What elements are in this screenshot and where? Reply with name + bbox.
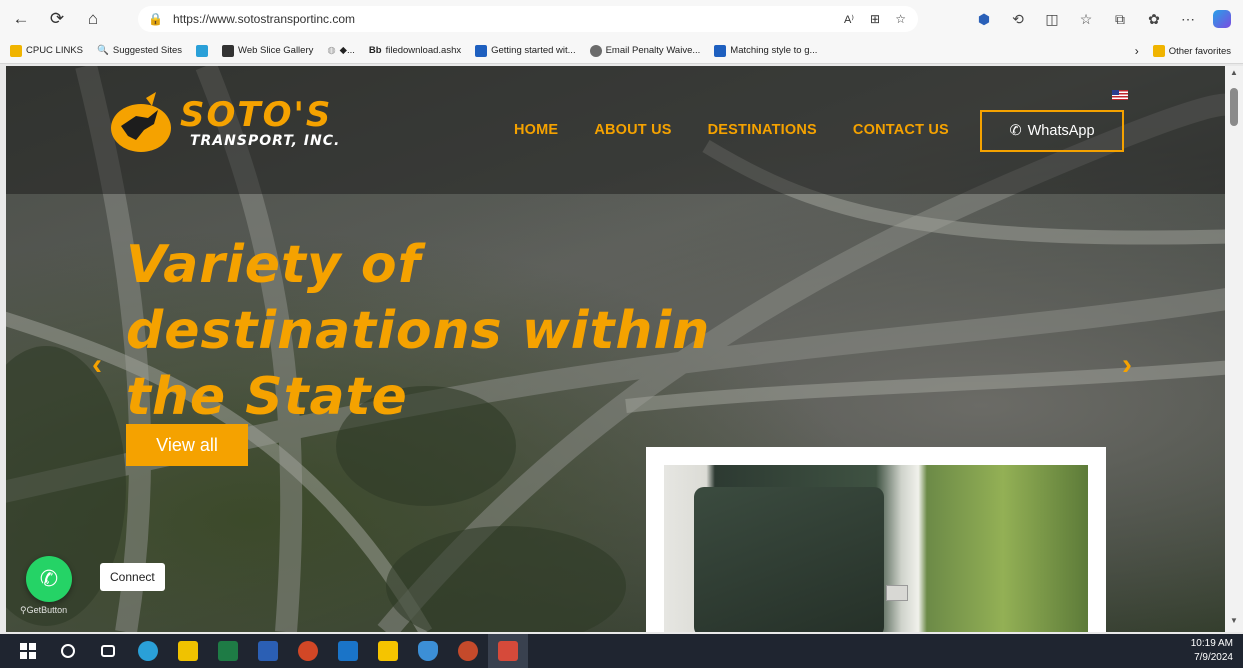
edge-taskbar-icon[interactable] [128, 634, 168, 668]
getbutton-icon: ⚲ [20, 605, 27, 615]
other-favorites[interactable]: Other favorites [1152, 45, 1231, 57]
favorite-star-icon[interactable]: ☆ [895, 12, 906, 26]
nav-contact-us[interactable]: CONTACT US [853, 122, 949, 138]
favorite-email-penalty[interactable]: Email Penalty Waive... [589, 44, 700, 57]
favorite-site-icon[interactable] [196, 44, 209, 57]
slider-prev-arrow-icon[interactable]: ‹ [92, 348, 102, 382]
clock-date: 7/9/2024 [1194, 652, 1233, 663]
favorite-suggested-sites[interactable]: 🔍 Suggested Sites [97, 45, 182, 56]
video-icon [475, 44, 488, 57]
us-flag-icon[interactable] [1112, 90, 1128, 100]
scroll-thumb[interactable] [1230, 88, 1238, 126]
view-all-button[interactable]: View all [126, 424, 248, 466]
chevron-right-icon[interactable]: › [1135, 44, 1139, 58]
system-clock[interactable]: 10:19 AM 7/9/2024 [1191, 637, 1233, 665]
slider-next-arrow-icon[interactable]: › [1122, 348, 1132, 382]
task-view-icon[interactable] [88, 634, 128, 668]
logo-text: SOTO'S TRANSPORT, INC. [180, 97, 340, 149]
getbutton-credit[interactable]: ⚲GetButton [20, 605, 67, 616]
outlook-icon[interactable] [328, 634, 368, 668]
browser-toolbar: ← ⟳ ⌂ 🔒 https://www.sotostransportinc.co… [0, 0, 1243, 38]
favorite-getting-started[interactable]: Getting started wit... [475, 44, 576, 57]
van-window [694, 487, 884, 632]
clock-time: 10:19 AM [1190, 638, 1233, 649]
folder-icon [1152, 45, 1165, 57]
more-menu-icon[interactable]: ⋯ [1173, 4, 1203, 34]
refresh-extension-icon[interactable]: ⟲ [1003, 4, 1033, 34]
extension-icon[interactable]: ⬢ [969, 4, 999, 34]
favorite-cpuc-links[interactable]: CPUC LINKS [10, 44, 83, 57]
site-icon [196, 44, 209, 57]
whatsapp-button[interactable]: ✆ WhatsApp [980, 110, 1124, 152]
whatsapp-icon: ✆ [1009, 123, 1022, 139]
security-shield-icon[interactable] [408, 634, 448, 668]
scroll-down-icon[interactable]: ▼ [1225, 616, 1243, 630]
logo-subtitle: TRANSPORT, INC. [190, 133, 341, 149]
back-icon[interactable]: ← [6, 4, 36, 34]
nav-home[interactable]: HOME [514, 122, 558, 138]
home-icon[interactable]: ⌂ [78, 4, 108, 34]
address-bar[interactable]: 🔒 https://www.sotostransportinc.com A⁾ ⊞… [138, 6, 918, 32]
pegasus-logo-icon [111, 92, 171, 152]
app-available-icon[interactable]: ⊞ [870, 12, 880, 26]
headline-line-3: the State [126, 367, 408, 427]
video-icon [714, 44, 727, 57]
app-with-badge-icon[interactable] [448, 634, 488, 668]
connect-tooltip[interactable]: Connect [100, 563, 165, 591]
search-icon[interactable] [48, 634, 88, 668]
site-logo[interactable]: SOTO'S TRANSPORT, INC. [106, 88, 340, 158]
headline-line-2: destinations within [126, 301, 711, 361]
refresh-icon[interactable]: ⟳ [42, 4, 72, 34]
excel-icon[interactable] [208, 634, 248, 668]
windows-taskbar: 10:19 AM 7/9/2024 [0, 634, 1243, 668]
whatsapp-chat-float-button[interactable]: ✆ [26, 556, 72, 602]
page-scrollbar[interactable]: ▲ ▼ [1225, 66, 1243, 632]
split-screen-icon[interactable]: ◫ [1037, 4, 1067, 34]
web-slice-icon [222, 44, 235, 57]
hero-headline: Variety of destinations within the State [126, 232, 710, 430]
extensions-icon[interactable]: ✿ [1139, 4, 1169, 34]
folder-icon [10, 44, 22, 57]
lock-icon: 🔒 [148, 12, 163, 26]
favorite-unnamed[interactable]: ◍ ◆... [327, 45, 355, 56]
featured-photo-card [646, 447, 1106, 632]
van-latch [886, 585, 908, 601]
globe-icon: ◍ [327, 45, 336, 56]
nav-about-us[interactable]: ABOUT US [594, 122, 671, 138]
favorite-web-slice-gallery[interactable]: Web Slice Gallery [222, 44, 313, 57]
logo-title: SOTO'S [180, 95, 333, 135]
page-viewport: SOTO'S TRANSPORT, INC. HOME ABOUT US DES… [6, 66, 1225, 632]
active-app-icon[interactable] [488, 634, 528, 668]
van-photo [664, 465, 1088, 632]
avatar-icon [589, 44, 602, 57]
start-windows-icon[interactable] [8, 634, 48, 668]
favorites-icon[interactable]: ☆ [1071, 4, 1101, 34]
url-text: https://www.sotostransportinc.com [172, 12, 356, 26]
read-aloud-icon[interactable]: A⁾ [844, 13, 854, 26]
main-nav: HOME ABOUT US DESTINATIONS CONTACT US [514, 122, 949, 138]
sticky-notes-icon[interactable] [368, 634, 408, 668]
collections-icon[interactable]: ⧉ [1105, 4, 1135, 34]
whatsapp-button-label: WhatsApp [1027, 123, 1095, 139]
favorite-matching-style[interactable]: Matching style to g... [714, 44, 817, 57]
file-explorer-icon[interactable] [168, 634, 208, 668]
favorites-bar: CPUC LINKS 🔍 Suggested Sites Web Slice Ga… [0, 38, 1243, 64]
nav-destinations[interactable]: DESTINATIONS [708, 122, 817, 138]
headline-line-1: Variety of [126, 235, 422, 295]
favorite-filedownload[interactable]: Bb filedownload.ashx [369, 45, 461, 56]
powerpoint-icon[interactable] [288, 634, 328, 668]
copilot-icon[interactable] [1207, 4, 1237, 34]
scroll-up-icon[interactable]: ▲ [1225, 68, 1243, 82]
whatsapp-phone-icon: ✆ [39, 566, 59, 591]
word-icon[interactable] [248, 634, 288, 668]
search-icon: 🔍 [97, 45, 109, 56]
